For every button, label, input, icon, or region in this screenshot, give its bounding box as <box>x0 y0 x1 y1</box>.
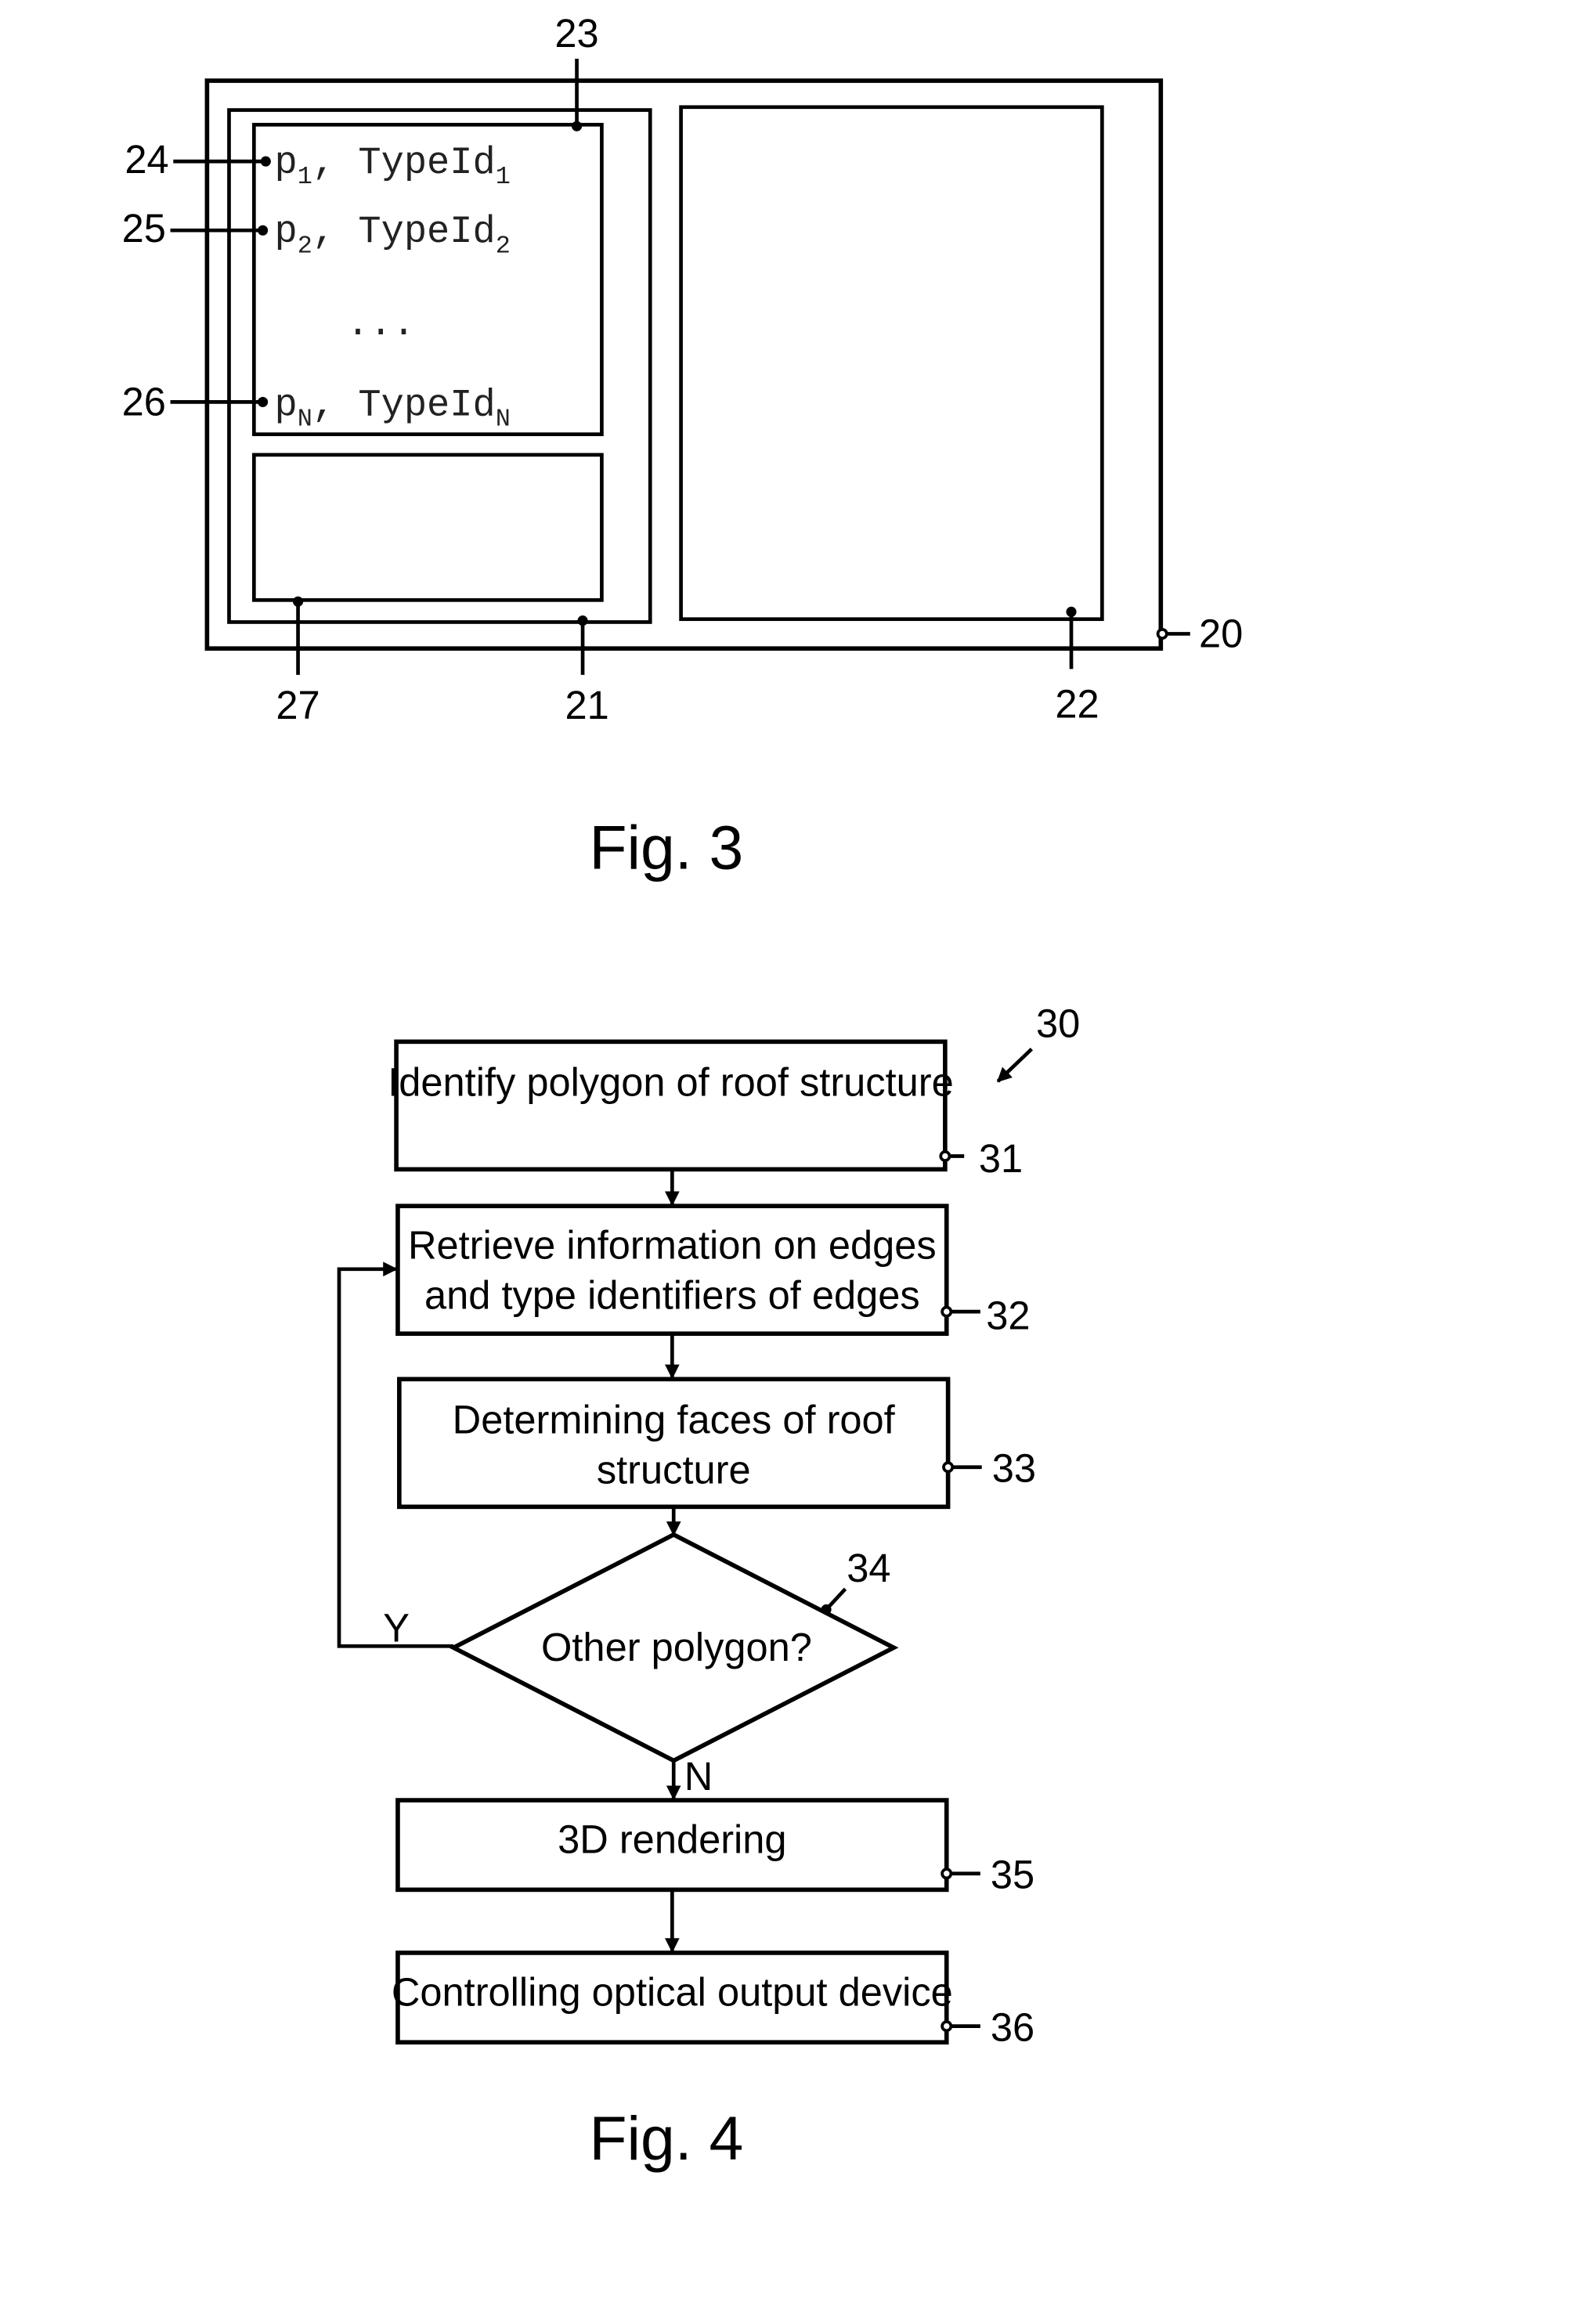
ref-34: 34 <box>847 1546 890 1590</box>
step-36-text: Controlling optical output device <box>392 1969 953 2014</box>
svg-text:p1, TypeId1: p1, TypeId1 <box>275 141 511 191</box>
entry-row-2: p2, TypeId2 <box>275 210 511 260</box>
patent-drawing-sheet: p1, TypeId1 p2, TypeId2 ... pN, TypeIdN … <box>122 11 1244 2173</box>
ref-36-leader <box>941 2020 980 2033</box>
ref-31: 31 <box>979 1136 1023 1181</box>
svg-text:p2, TypeId2: p2, TypeId2 <box>275 210 511 260</box>
ref-30: 30 <box>1036 1001 1080 1046</box>
ref-35-leader <box>941 1868 980 1880</box>
data-box-27 <box>251 453 604 602</box>
figure-3: p1, TypeId1 p2, TypeId2 ... pN, TypeIdN … <box>122 11 1244 882</box>
entry-row-1: p1, TypeId1 <box>275 141 511 191</box>
ref-31-leader <box>939 1150 965 1162</box>
ref-25: 25 <box>122 206 166 251</box>
figure-4-caption: Fig. 4 <box>589 2104 743 2173</box>
figure-3-caption: Fig. 3 <box>589 813 743 882</box>
ref-35: 35 <box>991 1853 1034 1897</box>
ref-30-arrow <box>996 1048 1034 1083</box>
ref-27: 27 <box>276 683 320 727</box>
ref-24: 24 <box>125 137 168 182</box>
storage-box-21 <box>227 108 652 624</box>
step-32-text-line2: and type identifiers of edges <box>424 1272 920 1317</box>
ref-21: 21 <box>565 683 609 727</box>
ref-33: 33 <box>992 1445 1036 1490</box>
step-35-text: 3D rendering <box>558 1817 786 1862</box>
step-31-text: Identify polygon of roof structure <box>388 1060 954 1105</box>
ref-26: 26 <box>122 379 166 424</box>
ref-33-leader <box>942 1461 982 1474</box>
ellipsis: ... <box>346 302 415 346</box>
step-33-text-line2: structure <box>597 1447 751 1492</box>
no-label: N <box>684 1754 713 1799</box>
yes-label: Y <box>383 1606 410 1651</box>
svg-text:pN, TypeIdN: pN, TypeIdN <box>275 383 511 433</box>
decision-34-text: Other polygon? <box>541 1625 812 1669</box>
ref-36: 36 <box>991 2005 1034 2049</box>
ref-23: 23 <box>554 11 598 56</box>
entry-row-n: pN, TypeIdN <box>275 383 511 433</box>
ref-32: 32 <box>986 1294 1030 1338</box>
step-32-text-line1: Retrieve information on edges <box>408 1223 937 1268</box>
ref-34-leader <box>821 1587 847 1615</box>
ref-22: 22 <box>1055 681 1099 726</box>
ref-32-leader <box>941 1305 980 1318</box>
processor-box-22 <box>679 105 1104 622</box>
figure-4: 30 Identify polygon of roof structure 31… <box>337 1001 1080 2173</box>
ref-20: 20 <box>1199 611 1243 655</box>
step-33-text-line1: Determining faces of roof <box>453 1398 896 1442</box>
